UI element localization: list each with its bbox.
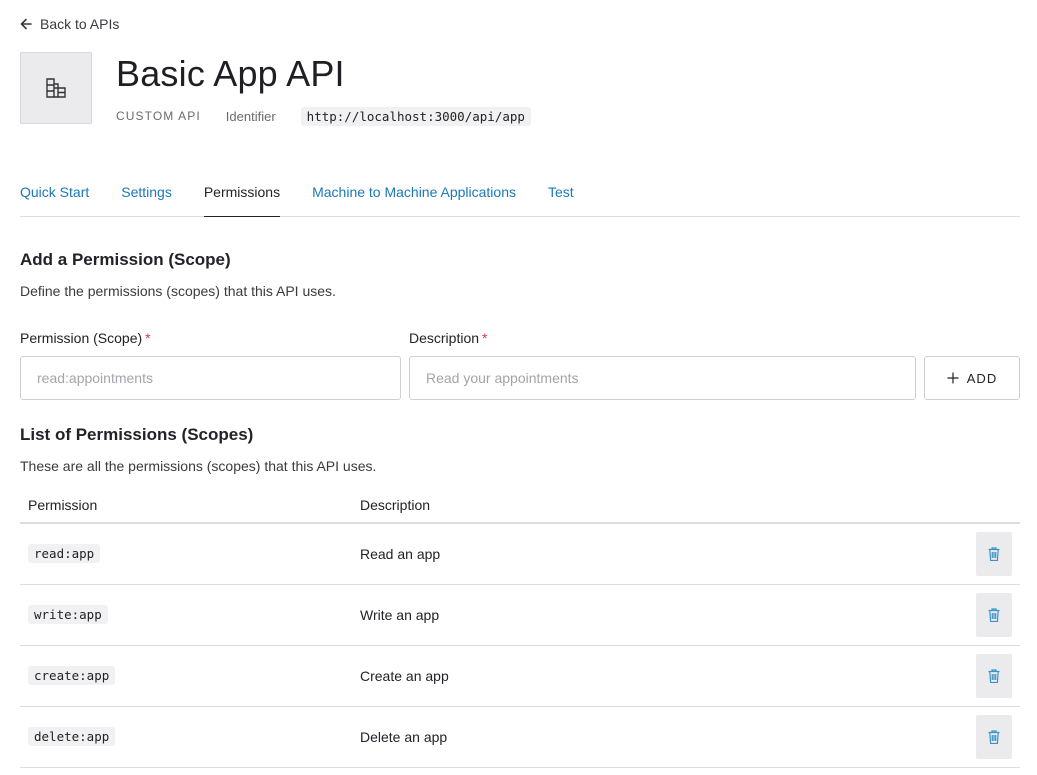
table-row: create:app Create an app xyxy=(20,646,1020,707)
tab-settings[interactable]: Settings xyxy=(121,170,172,217)
required-marker: * xyxy=(482,330,488,346)
table-row: read:app Read an app xyxy=(20,524,1020,585)
add-permission-description: Define the permissions (scopes) that thi… xyxy=(20,283,336,299)
api-type-label: CUSTOM API xyxy=(116,109,201,123)
api-meta: CUSTOM API Identifier http://localhost:3… xyxy=(116,106,531,126)
permission-field-label-text: Permission (Scope) xyxy=(20,330,143,346)
building-icon xyxy=(46,78,66,98)
identifier-value: http://localhost:3000/api/app xyxy=(300,106,531,126)
permission-description: Read an app xyxy=(360,546,441,562)
column-header-permission: Permission xyxy=(28,496,98,513)
column-header-description: Description xyxy=(360,496,431,513)
api-logo xyxy=(20,52,92,124)
permission-cell: read:app xyxy=(20,544,360,563)
back-to-apis-label: Back to APIs xyxy=(40,16,120,32)
permission-field-label: Permission (Scope) * xyxy=(20,330,151,346)
delete-permission-button[interactable] xyxy=(976,715,1012,759)
add-permission-button[interactable]: ADD xyxy=(924,356,1020,400)
permissions-table: Permission Description read:app Read an … xyxy=(20,487,1020,768)
list-permissions-description: These are all the permissions (scopes) t… xyxy=(20,458,377,474)
delete-permission-button[interactable] xyxy=(976,654,1012,698)
tab-permissions[interactable]: Permissions xyxy=(203,170,281,217)
description-field-label: Description * xyxy=(409,330,487,346)
tab-machine-to-machine[interactable]: Machine to Machine Applications xyxy=(312,170,516,217)
permission-description: Delete an app xyxy=(360,729,448,745)
add-permission-heading: Add a Permission (Scope) xyxy=(20,250,231,269)
permission-input[interactable] xyxy=(20,356,401,400)
permission-scope: read:app xyxy=(28,544,101,563)
trash-icon xyxy=(988,730,1000,744)
permission-scope: create:app xyxy=(28,666,116,685)
permission-scope: delete:app xyxy=(28,727,116,746)
add-button-label: ADD xyxy=(966,370,998,386)
table-row: delete:app Delete an app xyxy=(20,707,1020,768)
required-marker: * xyxy=(145,330,151,346)
page-title: Basic App API xyxy=(116,53,345,94)
back-to-apis-link[interactable]: Back to APIs xyxy=(20,15,119,33)
permission-cell: write:app xyxy=(20,605,360,624)
tab-test[interactable]: Test xyxy=(548,170,574,217)
trash-icon xyxy=(988,608,1000,622)
permission-cell: delete:app xyxy=(20,727,360,746)
table-row: write:app Write an app xyxy=(20,585,1020,646)
permission-description: Write an app xyxy=(360,607,440,623)
permission-cell: create:app xyxy=(20,666,360,685)
trash-icon xyxy=(988,669,1000,683)
plus-icon xyxy=(947,372,959,384)
table-header: Permission Description xyxy=(20,487,1020,524)
permission-description: Create an app xyxy=(360,668,449,684)
description-input[interactable] xyxy=(409,356,916,400)
tab-bar: Quick Start Settings Permissions Machine… xyxy=(20,170,1020,217)
tab-quick-start[interactable]: Quick Start xyxy=(20,170,89,217)
permission-scope: write:app xyxy=(28,605,108,624)
trash-icon xyxy=(988,547,1000,561)
description-field-label-text: Description xyxy=(409,330,480,346)
arrow-left-icon xyxy=(20,18,32,30)
delete-permission-button[interactable] xyxy=(976,593,1012,637)
delete-permission-button[interactable] xyxy=(976,532,1012,576)
identifier-label: Identifier xyxy=(225,108,276,124)
list-permissions-heading: List of Permissions (Scopes) xyxy=(20,425,254,444)
